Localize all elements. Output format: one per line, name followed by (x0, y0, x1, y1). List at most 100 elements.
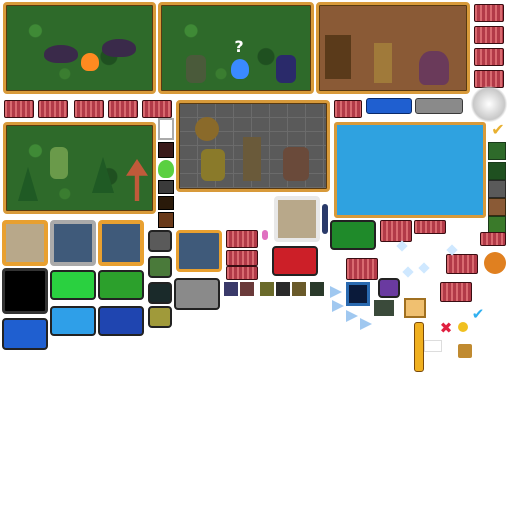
crystal-icon (402, 266, 414, 278)
navy-tile[interactable] (98, 306, 144, 336)
tile-wood-icon (488, 198, 506, 216)
slot-frame (158, 118, 174, 140)
gray-swatch[interactable] (148, 230, 172, 252)
green-tile[interactable] (50, 270, 96, 300)
chest-icon (108, 100, 138, 118)
cursor-arrow-icon (332, 300, 344, 312)
pill-toggle[interactable] (262, 230, 268, 240)
green-swatch[interactable] (148, 256, 172, 278)
knight-sprite (276, 55, 296, 83)
green-tile[interactable] (98, 270, 144, 300)
character-icon (224, 282, 238, 296)
lock-icon (458, 344, 472, 358)
sky-tile[interactable] (50, 306, 96, 336)
tile-dungeon-icon (488, 180, 506, 198)
bat-scene-panel (3, 2, 156, 94)
chest-icon (142, 100, 172, 118)
cursor-arrow-icon (346, 310, 358, 322)
dead-tree-icon (126, 159, 148, 201)
character-icon (260, 282, 274, 296)
hero-sprite (186, 55, 206, 83)
blue-select-frame[interactable] (346, 282, 370, 306)
candelabra-icon (374, 43, 392, 83)
slate-gold-frame-tile[interactable] (176, 230, 222, 272)
character-icon (292, 282, 306, 296)
crystal-icon (396, 240, 408, 252)
character-icon (276, 282, 290, 296)
green-tile[interactable] (330, 220, 376, 250)
chest-icon (474, 48, 504, 66)
cactus-scene-panel (3, 122, 156, 214)
gray-tile[interactable] (174, 278, 220, 310)
ghost-sprite (419, 51, 449, 85)
pot-icon (195, 117, 219, 141)
bookshelf (325, 35, 351, 79)
chest-icon (414, 220, 446, 234)
cursor-arrow-icon (330, 286, 342, 298)
character-icon (310, 282, 324, 296)
purple-swatch[interactable] (378, 278, 400, 298)
chest-icon (346, 258, 378, 280)
chest-icon (480, 232, 506, 246)
sky-panel (334, 122, 486, 218)
black-tile[interactable] (2, 268, 48, 314)
wizard-scene-panel: ? (158, 2, 314, 94)
staff-icon (158, 212, 174, 228)
potion-icon (158, 160, 174, 178)
slot-frame (158, 142, 174, 158)
yellow-bar (414, 322, 424, 372)
gold-frame-tile[interactable] (404, 298, 426, 318)
slate-gold-frame-tile[interactable] (98, 220, 144, 266)
slate-frame-tile[interactable] (50, 220, 96, 266)
chest-icon (474, 26, 504, 44)
chest-icon (226, 266, 258, 280)
chest-icon (440, 282, 472, 302)
monster-icon (374, 300, 394, 316)
chest-icon (74, 100, 104, 118)
chest-icon (38, 100, 68, 118)
chest-icon (226, 230, 258, 248)
pine-tree-icon (92, 157, 114, 193)
red-tile[interactable] (272, 246, 318, 276)
blue-flame-icon (231, 59, 249, 79)
slot-frame (424, 340, 442, 352)
beige-frame-tile[interactable] (2, 220, 48, 266)
tile-forest-icon (488, 162, 506, 180)
monster-sprite (283, 147, 309, 181)
dungeon-scene-panel (176, 100, 330, 192)
bat-icon (44, 45, 78, 63)
cursor-arrow-icon (360, 318, 372, 330)
olive-swatch[interactable] (148, 306, 172, 328)
chest-icon (446, 254, 478, 274)
sword-icon (158, 196, 174, 210)
blue-button[interactable] (366, 98, 412, 114)
cross-icon: ✖ (439, 318, 453, 337)
chest-icon (474, 4, 504, 22)
campfire-icon (81, 53, 99, 71)
bat-icon (102, 39, 136, 57)
question-mark-icon: ? (234, 37, 244, 56)
dark-swatch[interactable] (148, 282, 172, 304)
pine-tree-icon (18, 167, 38, 201)
beige-frame-tile[interactable] (274, 196, 320, 242)
checkmark-icon: ✔ (491, 120, 505, 139)
slot-frame (158, 180, 174, 194)
skeleton-sprite (201, 149, 225, 181)
scrollbar[interactable] (322, 204, 328, 234)
crystal-icon (418, 262, 430, 274)
room-scene-panel (316, 2, 470, 94)
gray-button[interactable] (415, 98, 463, 114)
blue-tile[interactable] (2, 318, 48, 350)
chest-icon (380, 220, 412, 242)
gold-pouch-icon (484, 252, 506, 274)
tile-grass-icon (488, 142, 506, 160)
candelabra-icon (243, 137, 261, 181)
glow-gradient (470, 86, 508, 122)
cactus-icon (50, 147, 68, 179)
chest-icon (226, 250, 258, 266)
chest-icon (334, 100, 362, 118)
chest-icon (4, 100, 34, 118)
coin-icon (458, 322, 468, 332)
checkmark-icon: ✔ (471, 304, 485, 323)
character-icon (240, 282, 254, 296)
